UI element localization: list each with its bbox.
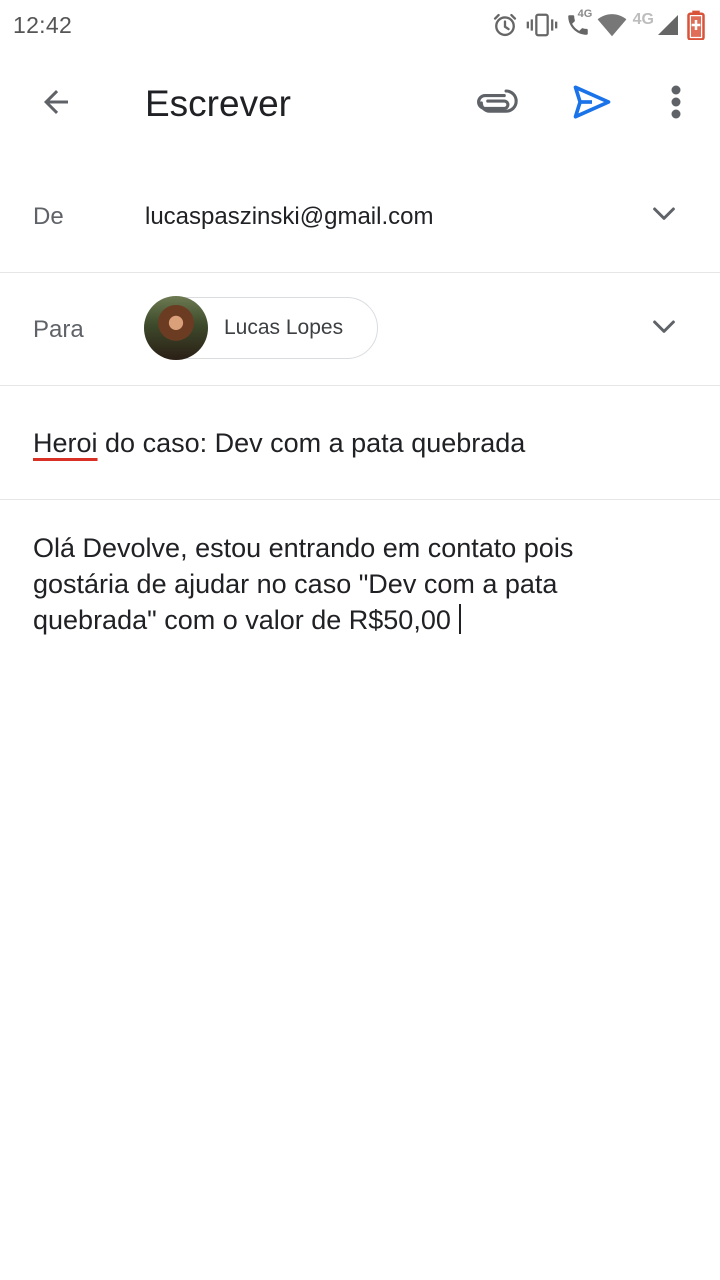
vibrate-icon <box>525 11 559 39</box>
from-label: De <box>33 203 64 230</box>
from-account-value[interactable]: lucaspaszinski@gmail.com <box>145 203 433 231</box>
chevron-down-icon <box>649 199 679 234</box>
back-button[interactable] <box>30 78 82 130</box>
status-time: 12:42 <box>13 11 73 38</box>
send-button[interactable] <box>564 78 620 130</box>
to-expand-button[interactable] <box>646 311 682 347</box>
app-bar: Escrever <box>0 56 720 152</box>
subject-text: Heroi do caso: Dev com a pata quebrada <box>33 428 525 459</box>
subject-rest: do caso: Dev com a pata quebrada <box>97 428 526 458</box>
back-arrow-icon <box>38 84 74 125</box>
network-4g-small-label: 4G <box>577 8 593 20</box>
subject-field[interactable]: Heroi do caso: Dev com a pata quebrada <box>0 386 720 500</box>
body-editor[interactable]: Olá Devolve, estou entrando em contato p… <box>33 530 673 638</box>
attach-icon <box>474 80 518 129</box>
text-cursor <box>458 604 461 634</box>
to-label: Para <box>33 316 84 343</box>
status-bar: 12:42 4G 4G <box>0 0 720 50</box>
from-row: De lucaspaszinski@gmail.com <box>0 160 720 273</box>
from-expand-button[interactable] <box>646 198 682 234</box>
network-4g-label: 4G <box>632 11 654 28</box>
battery-icon <box>686 10 706 40</box>
attach-button[interactable] <box>468 78 524 130</box>
signal-icon <box>656 13 680 37</box>
recipient-name: Lucas Lopes <box>224 316 344 339</box>
to-row: Para Lucas Lopes <box>0 273 720 386</box>
recipient-chip[interactable]: Lucas Lopes <box>144 296 378 360</box>
wifi-call-icon: 4G <box>565 8 592 38</box>
status-icons: 4G 4G <box>491 8 706 40</box>
page-title: Escrever <box>145 83 291 124</box>
alarm-icon <box>491 11 519 39</box>
send-icon <box>570 80 614 129</box>
chevron-down-icon <box>649 312 679 347</box>
more-vert-icon <box>670 84 682 125</box>
wifi-icon <box>597 12 627 38</box>
body-text: Olá Devolve, estou entrando em contato p… <box>33 533 581 635</box>
more-options-button[interactable] <box>652 78 700 130</box>
avatar <box>144 296 208 360</box>
subject-misspelled-word: Heroi <box>33 428 98 458</box>
